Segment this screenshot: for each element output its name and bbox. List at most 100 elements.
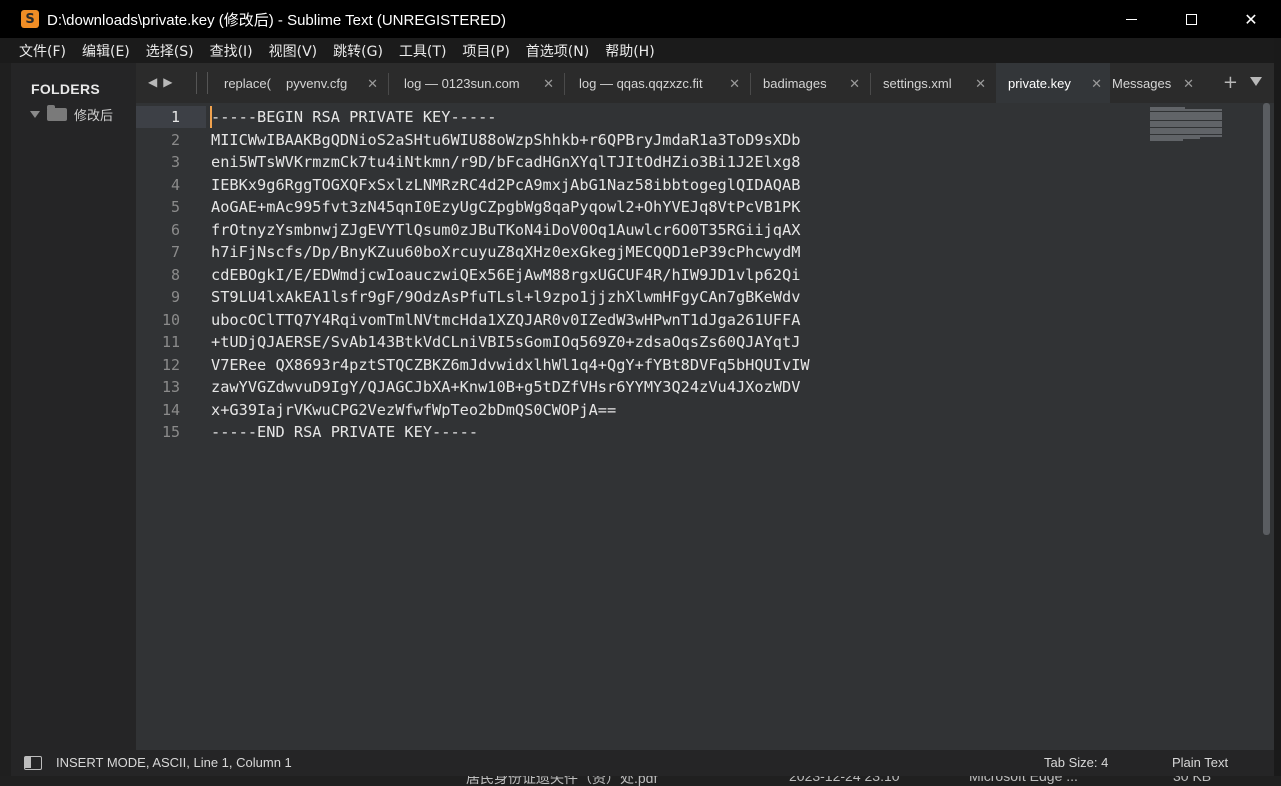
- code-line: h7iFjNscfs/Dp/BnyKZuu60boXrcuyuZ8qXHz0ex…: [211, 243, 801, 261]
- line-number: 2: [170, 130, 180, 149]
- tab-close-icon[interactable]: ✕: [1091, 76, 1102, 92]
- code-line: eni5WTsWVKrmzmCk7tu4iNtkmn/r9D/bFcadHGnX…: [211, 153, 801, 171]
- menu-file[interactable]: 文件(F): [19, 41, 66, 61]
- tab-close-icon[interactable]: ✕: [1183, 76, 1194, 92]
- line-number: 9: [170, 288, 180, 306]
- vertical-scrollbar[interactable]: [1263, 103, 1270, 535]
- line-number: 11: [161, 333, 180, 351]
- line-number: 12: [161, 355, 180, 374]
- code-line: frOtnyzYsmbnwjZJgEVYTlQsum0zJBuTKoN4iDoV…: [211, 220, 801, 239]
- line-number: 6: [170, 220, 180, 239]
- menu-find[interactable]: 查找(I): [210, 41, 253, 61]
- title-bar: S D:\downloads\private.key (修改后) - Subli…: [0, 0, 1281, 38]
- status-mode-text: INSERT MODE, ASCII, Line 1, Column 1: [56, 755, 292, 770]
- tab-list-dropdown-icon[interactable]: [1250, 77, 1262, 86]
- tab-close-icon[interactable]: ✕: [367, 76, 378, 92]
- background-file-date: 2023-12-24 23:10: [789, 776, 900, 784]
- tab-close-icon[interactable]: ✕: [849, 76, 860, 92]
- minimize-icon: [1125, 18, 1137, 20]
- line-number: 1: [170, 108, 180, 126]
- code-line: x+G39IajrVKwuCPG2VezWfwfWpTeo2bDmQS0CWOP…: [211, 400, 617, 419]
- line-number: 8: [170, 265, 180, 284]
- menu-help[interactable]: 帮助(H): [605, 41, 654, 61]
- code-line: -----BEGIN RSA PRIVATE KEY-----: [211, 108, 497, 126]
- line-number: 13: [161, 378, 180, 396]
- tab-label: settings.xml: [883, 75, 952, 91]
- code-line: ST9LU4lxAkEA1lsfr9gF/9OdzAsPfuTLsl+l9zpo…: [211, 288, 801, 306]
- sidebar: FOLDERS 修改后: [11, 63, 136, 750]
- tab-log-qqas[interactable]: log — qqas.qqzxzc.fit ✕: [566, 63, 748, 103]
- menu-preferences[interactable]: 首选项(N): [526, 41, 589, 61]
- close-icon: ✕: [1244, 9, 1258, 29]
- expand-triangle-icon[interactable]: [30, 111, 40, 118]
- menu-selection[interactable]: 选择(S): [146, 41, 194, 61]
- menu-edit[interactable]: 编辑(E): [82, 41, 130, 61]
- status-bar: INSERT MODE, ASCII, Line 1, Column 1 Tab…: [11, 750, 1274, 776]
- line-number: 4: [170, 175, 180, 194]
- line-number: 15: [161, 423, 180, 441]
- code-line: V7ERee QX8693r4pztSTQCZBKZ6mJdvwidxlhWl1…: [211, 355, 810, 374]
- sublime-logo-icon: S: [21, 10, 39, 28]
- syntax-selector[interactable]: Plain Text: [1172, 755, 1228, 770]
- tab-label: log — 0123sun.com: [404, 75, 520, 91]
- new-tab-plus-icon[interactable]: +: [1223, 72, 1238, 93]
- minimap[interactable]: [1150, 107, 1222, 142]
- text-cursor: [210, 106, 212, 128]
- tab-bar: ◀▶ replace( pyvenv.cfg ✕ log — 0123sun.c…: [136, 63, 1274, 103]
- menu-bar: 文件(F) 编辑(E) 选择(S) 查找(I) 视图(V) 跳转(G) 工具(T…: [0, 38, 1281, 63]
- tab-private-key[interactable]: private.key ✕: [996, 63, 1110, 103]
- sidebar-toggle-icon[interactable]: [24, 756, 42, 770]
- background-window-strip: 居民身份证遗失件（资）处.pdf 2023-12-24 23:10 Micros…: [0, 776, 1281, 786]
- line-number: 7: [170, 243, 180, 261]
- menu-view[interactable]: 视图(V): [269, 41, 318, 61]
- code-line: MIICWwIBAAKBgQDNioS2aSHtu6WIU88oWzpShhkb…: [211, 130, 801, 149]
- line-number-gutter: 1 2 3 4 5 6 7 8 9 10 11 12 13 14 15: [136, 103, 206, 750]
- close-window-button[interactable]: ✕: [1221, 0, 1281, 38]
- minimize-button[interactable]: [1101, 0, 1161, 38]
- menu-tools[interactable]: 工具(T): [399, 41, 446, 61]
- code-line: IEBKx9g6RggTOGXQFxSxlzLNMRzRC4d2PcA9mxjA…: [211, 175, 801, 194]
- tab-badimages[interactable]: badimages ✕: [752, 63, 868, 103]
- tab-overflow-divider: [196, 72, 208, 94]
- code-text-area[interactable]: -----BEGIN RSA PRIVATE KEY----- MIICWwIB…: [211, 106, 810, 444]
- tab-close-icon[interactable]: ✕: [729, 76, 740, 92]
- tab-pyvenv[interactable]: pyvenv.cfg ✕: [276, 63, 386, 103]
- folder-icon: [47, 105, 67, 121]
- menu-goto[interactable]: 跳转(G): [333, 41, 383, 61]
- line-number: 3: [170, 153, 180, 171]
- maximize-button[interactable]: [1161, 0, 1221, 38]
- tab-label: badimages: [763, 75, 827, 91]
- tab-label: Messages: [1112, 75, 1172, 91]
- background-file-size: 30 KB: [1173, 776, 1212, 784]
- tab-divider: [750, 73, 751, 95]
- folders-header: FOLDERS: [31, 81, 100, 97]
- tab-divider: [564, 73, 565, 95]
- tab-settings-xml[interactable]: settings.xml ✕: [872, 63, 994, 103]
- tab-replace[interactable]: replace(: [222, 63, 274, 103]
- tab-messages[interactable]: Messages ✕: [1110, 63, 1202, 103]
- tab-close-icon[interactable]: ✕: [975, 76, 986, 92]
- sidebar-folder-item[interactable]: 修改后: [30, 105, 113, 124]
- tab-divider: [388, 73, 389, 95]
- tab-label: pyvenv.cfg: [286, 75, 348, 91]
- line-number: 10: [161, 310, 180, 329]
- code-line: +tUDjQJAERSE/SvAb143BtkVdCLniVBI5sGomIOq…: [211, 333, 801, 351]
- code-line: -----END RSA PRIVATE KEY-----: [211, 423, 479, 441]
- tab-size-selector[interactable]: Tab Size: 4: [1044, 755, 1108, 770]
- tab-label: log — qqas.qqzxzc.fit: [579, 75, 703, 91]
- tab-divider: [870, 73, 871, 95]
- desktop-edge: [1274, 38, 1281, 786]
- line-number: 5: [170, 198, 180, 216]
- code-line: cdEBOgkI/E/EDWmdjcwIoauczwiQEx56EjAwM88r…: [211, 265, 801, 284]
- folder-name: 修改后: [74, 109, 114, 124]
- tab-scroll-arrows-icon[interactable]: ◀▶: [148, 75, 178, 89]
- tab-log-0123sun[interactable]: log — 0123sun.com ✕: [390, 63, 562, 103]
- tab-label: private.key: [1008, 75, 1071, 91]
- code-line: AoGAE+mAc995fvt3zN45qnI0EzyUgCZpgbWg8qaP…: [211, 198, 801, 216]
- tab-close-icon[interactable]: ✕: [543, 76, 554, 92]
- menu-project[interactable]: 项目(P): [462, 41, 509, 61]
- tab-label: replace(: [224, 75, 271, 91]
- editor-pane[interactable]: 1 2 3 4 5 6 7 8 9 10 11 12 13 14 15 ----…: [136, 103, 1274, 750]
- window-controls: ✕: [1101, 0, 1281, 38]
- code-line: zawYVGZdwvuD9IgY/QJAGCJbXA+Knw10B+g5tDZf…: [211, 378, 801, 396]
